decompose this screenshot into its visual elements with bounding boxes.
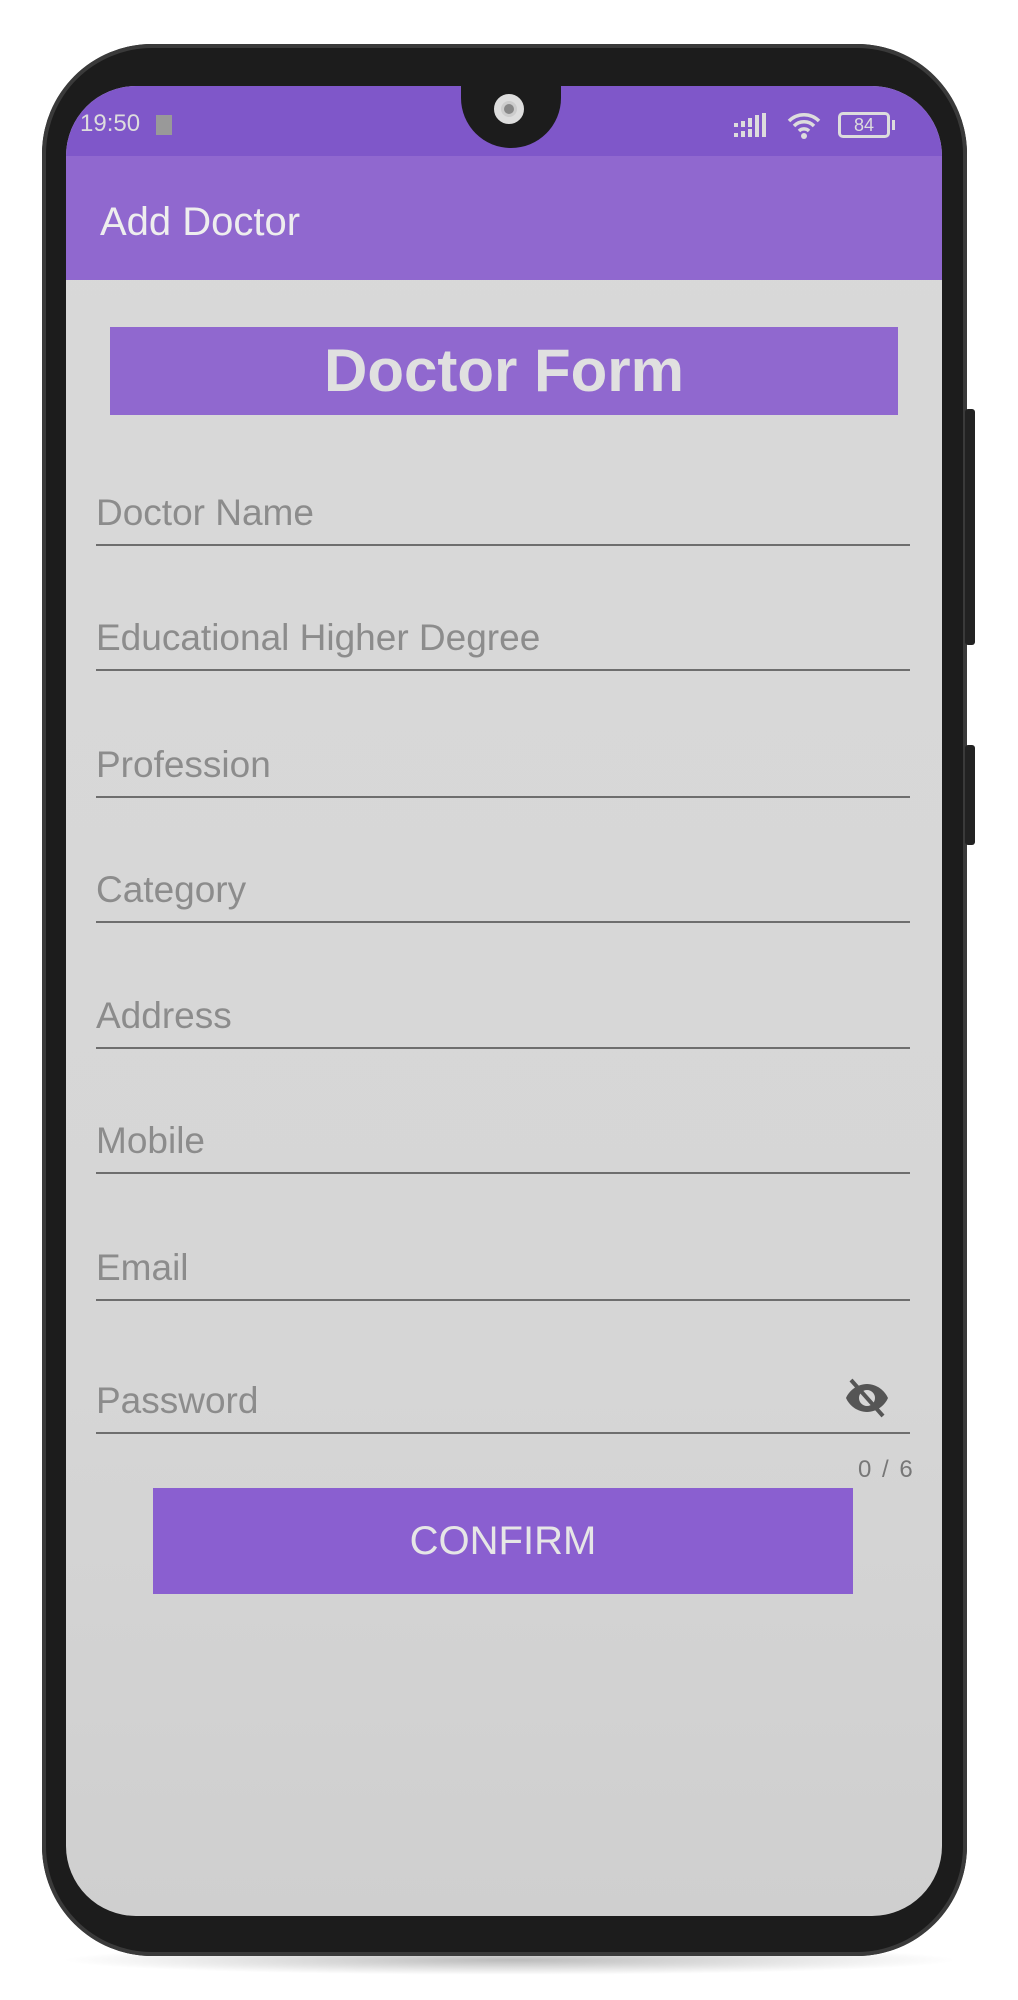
address-field[interactable]: Address bbox=[96, 979, 910, 1049]
signal-icon bbox=[734, 113, 766, 137]
field-placeholder: Email bbox=[96, 1247, 189, 1288]
field-placeholder: Category bbox=[96, 869, 247, 910]
form-heading: Doctor Form bbox=[110, 327, 898, 415]
field-placeholder: Profession bbox=[96, 744, 271, 785]
category-field[interactable]: Category bbox=[96, 853, 910, 923]
email-field[interactable]: Email bbox=[96, 1231, 910, 1301]
eye-off-icon[interactable] bbox=[842, 1376, 892, 1420]
notification-icon bbox=[156, 115, 172, 135]
profession-field[interactable]: Profession bbox=[96, 728, 910, 798]
battery-tip bbox=[892, 120, 895, 130]
camera-notch bbox=[461, 86, 561, 148]
field-placeholder: Address bbox=[96, 995, 232, 1036]
battery-icon: 84 bbox=[838, 112, 890, 138]
status-time: 19:50 bbox=[80, 110, 141, 137]
status-bar: 19:50 84 bbox=[66, 86, 942, 156]
power-button bbox=[965, 745, 975, 845]
wifi-icon bbox=[787, 113, 821, 139]
degree-field[interactable]: Educational Higher Degree bbox=[96, 601, 910, 671]
password-char-counter: 0 / 6 bbox=[858, 1456, 915, 1483]
app-bar: Add Doctor bbox=[66, 156, 942, 280]
confirm-button[interactable]: CONFIRM bbox=[153, 1488, 853, 1594]
doctor-name-field[interactable]: Doctor Name bbox=[96, 476, 910, 546]
volume-button bbox=[965, 409, 975, 645]
password-field[interactable]: Password bbox=[96, 1356, 910, 1434]
field-placeholder: Educational Higher Degree bbox=[96, 617, 541, 658]
field-placeholder: Mobile bbox=[96, 1120, 205, 1161]
field-placeholder: Doctor Name bbox=[96, 492, 314, 533]
camera-icon bbox=[494, 94, 524, 124]
field-placeholder: Password bbox=[96, 1380, 259, 1421]
mobile-field[interactable]: Mobile bbox=[96, 1104, 910, 1174]
app-bar-title: Add Doctor bbox=[100, 200, 301, 244]
screen: 19:50 84 Add Doctor Doctor Form Doctor N… bbox=[66, 86, 942, 1916]
battery-level: 84 bbox=[853, 115, 875, 135]
